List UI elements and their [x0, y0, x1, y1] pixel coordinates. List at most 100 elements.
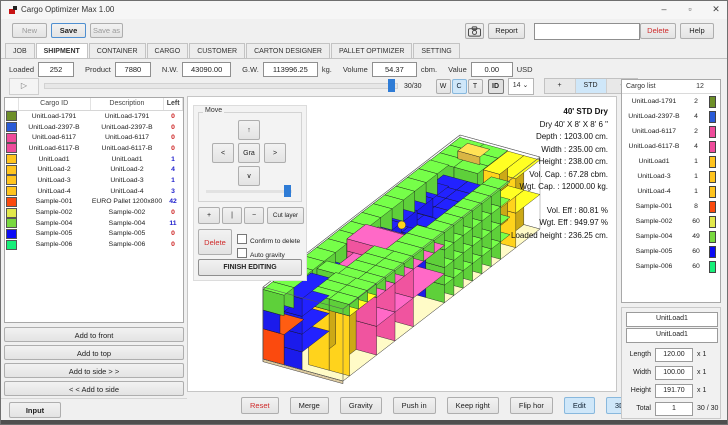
save-as-button[interactable]: Save as [90, 23, 123, 38]
list-item[interactable]: UnitLoad-4 1 [622, 184, 720, 199]
tab-customer[interactable]: CUSTOMER [189, 43, 246, 59]
dim-value[interactable]: 120.00 [655, 348, 693, 362]
tab-setting[interactable]: SETTING [413, 43, 460, 59]
load-plan-canvas[interactable]: Move ↑ < Gra > ∨ + | − Cut layer Delete … [187, 96, 617, 392]
tab-shipment[interactable]: SHIPMENT [35, 43, 88, 59]
table-row[interactable]: UnitLoad-3 UnitLoad-3 1 [5, 175, 183, 186]
move-up-button[interactable]: ↑ [238, 120, 260, 140]
selected-cargo-field-2[interactable]: UnitLoad1 [626, 328, 718, 343]
dim-value[interactable]: 191.70 [655, 384, 693, 398]
field-value[interactable]: 113996.25 [262, 61, 318, 77]
item-name: UnitLoad-3 [637, 173, 671, 180]
move-step-slider[interactable] [206, 190, 292, 193]
play-button[interactable]: ▷ [9, 77, 39, 95]
gravity-center-button[interactable]: Gra [238, 143, 260, 163]
timeline-slider[interactable] [44, 79, 398, 92]
edit-button[interactable]: Edit [563, 397, 595, 414]
close-button[interactable]: ✕ [703, 1, 727, 18]
view-mode-w[interactable]: W [435, 78, 451, 94]
table-row[interactable]: UnitLoad1 UnitLoad1 1 [5, 154, 183, 165]
tab-container[interactable]: CONTAINER [88, 43, 146, 59]
save-button[interactable]: Save [51, 23, 86, 38]
table-row[interactable]: Sample-002 Sample-002 0 [5, 207, 183, 218]
left-count-cell: 0 [171, 112, 175, 120]
table-row[interactable]: UnitLoad-2 UnitLoad-2 4 [5, 164, 183, 175]
cut-layer-button[interactable]: Cut layer [267, 207, 304, 224]
list-item[interactable]: Sample-002 60 [622, 214, 720, 229]
table-row[interactable]: UnitLoad-1791 UnitLoad-1791 0 [5, 111, 183, 122]
side-button-0[interactable]: Add to front [4, 327, 184, 342]
delete-button[interactable]: Delete [640, 23, 676, 39]
push-in-button[interactable]: Push in [392, 397, 436, 414]
tab-cargo[interactable]: CARGO [146, 43, 189, 59]
col-left: Left [164, 98, 183, 110]
reset-button[interactable]: Reset [241, 397, 279, 414]
camera-button[interactable] [465, 23, 484, 39]
dim-value[interactable]: 100.00 [655, 366, 693, 380]
table-row[interactable]: Sample-004 Sample-004 11 [5, 218, 183, 229]
maximize-button[interactable]: ▫ [677, 1, 703, 18]
slider-thumb[interactable] [388, 79, 395, 92]
report-button[interactable]: Report [488, 23, 525, 39]
pipe-button[interactable]: | [222, 207, 242, 224]
expand-button[interactable]: + [198, 207, 220, 224]
table-row[interactable]: Sample-005 Sample-005 0 [5, 228, 183, 240]
table-row[interactable]: Sample-001 EURO Pallet 1200x800 42 [5, 196, 183, 208]
view-mode-t[interactable]: T [467, 78, 483, 94]
search-input[interactable] [534, 23, 640, 40]
minimize-button[interactable]: – [651, 1, 677, 18]
field-value[interactable]: 0.00 [470, 61, 513, 77]
view-mode-c[interactable]: C [451, 78, 467, 94]
list-item[interactable]: UnitLoad-3 1 [622, 169, 720, 184]
scale-std[interactable]: STD [575, 79, 607, 93]
selected-cargo-field-1[interactable]: UnitLoad1 [626, 312, 718, 327]
side-button-2[interactable]: Add to side > > [4, 363, 184, 378]
move-slider-thumb[interactable] [284, 185, 291, 197]
merge-button[interactable]: Merge [289, 397, 329, 414]
id-toggle-button[interactable]: ID [487, 78, 504, 94]
table-row[interactable]: Sample-006 Sample-006 0 [5, 239, 183, 250]
finish-editing-button[interactable]: FINISH EDITING [198, 259, 302, 276]
list-item[interactable]: Sample-004 49 [622, 229, 720, 244]
shrink-button[interactable]: − [244, 207, 264, 224]
field-value[interactable]: 43090.00 [182, 61, 232, 77]
list-item[interactable]: Sample-006 60 [622, 259, 720, 274]
tab-job[interactable]: JOB [5, 43, 35, 59]
table-row[interactable]: UnitLoad-6117-B UnitLoad-6117-B 0 [5, 143, 183, 154]
item-name: UnitLoad1 [638, 158, 670, 165]
tab-pallet-optimizer[interactable]: PALLET OPTIMIZER [330, 43, 413, 59]
table-row[interactable]: UnitLoad-2397-B UnitLoad-2397-B 0 [5, 122, 183, 133]
cargo-id-cell: UnitLoad1 [38, 155, 70, 163]
color-cell [5, 154, 18, 165]
keep-right-button[interactable]: Keep right [446, 397, 499, 414]
tab-carton-designer[interactable]: CARTON DESIGNER [246, 43, 330, 59]
list-item[interactable]: Sample-001 8 [622, 199, 720, 214]
table-row[interactable]: UnitLoad-6117 UnitLoad-6117 0 [5, 132, 183, 143]
side-button-1[interactable]: Add to top [4, 345, 184, 360]
delete-cargo-button[interactable]: Delete [198, 229, 232, 255]
table-row[interactable]: UnitLoad-4 UnitLoad-4 3 [5, 186, 183, 197]
total-value[interactable]: 1 [655, 402, 693, 416]
flip-hor-button[interactable]: Flip hor [509, 397, 553, 414]
list-item[interactable]: UnitLoad-2397-B 4 [622, 109, 720, 124]
list-item[interactable]: UnitLoad-6117 2 [622, 124, 720, 139]
scale-plus[interactable]: + [545, 79, 576, 93]
gravity-button[interactable]: Gravity [339, 397, 382, 414]
cargo-color-swatch [6, 186, 17, 197]
move-right-button[interactable]: > [264, 143, 286, 163]
item-name: Sample-006 [635, 263, 673, 270]
list-item[interactable]: UnitLoad1 1 [622, 154, 720, 169]
input-button[interactable]: Input [9, 402, 61, 418]
list-item[interactable]: UnitLoad-6117-B 4 [622, 139, 720, 154]
field-value[interactable]: 54.37 [371, 61, 417, 77]
font-size-select[interactable]: 14 ⌄ [507, 77, 534, 95]
move-left-button[interactable]: < [212, 143, 234, 163]
new-button[interactable]: New [12, 23, 47, 38]
field-value[interactable]: 7880 [114, 61, 151, 77]
list-item[interactable]: Sample-005 60 [622, 244, 720, 259]
field-value[interactable]: 252 [38, 61, 75, 77]
side-button-3[interactable]: < < Add to side [4, 381, 184, 396]
move-down-button[interactable]: ∨ [238, 166, 260, 186]
list-item[interactable]: UnitLoad-1791 2 [622, 94, 720, 109]
help-button[interactable]: Help [680, 23, 714, 39]
